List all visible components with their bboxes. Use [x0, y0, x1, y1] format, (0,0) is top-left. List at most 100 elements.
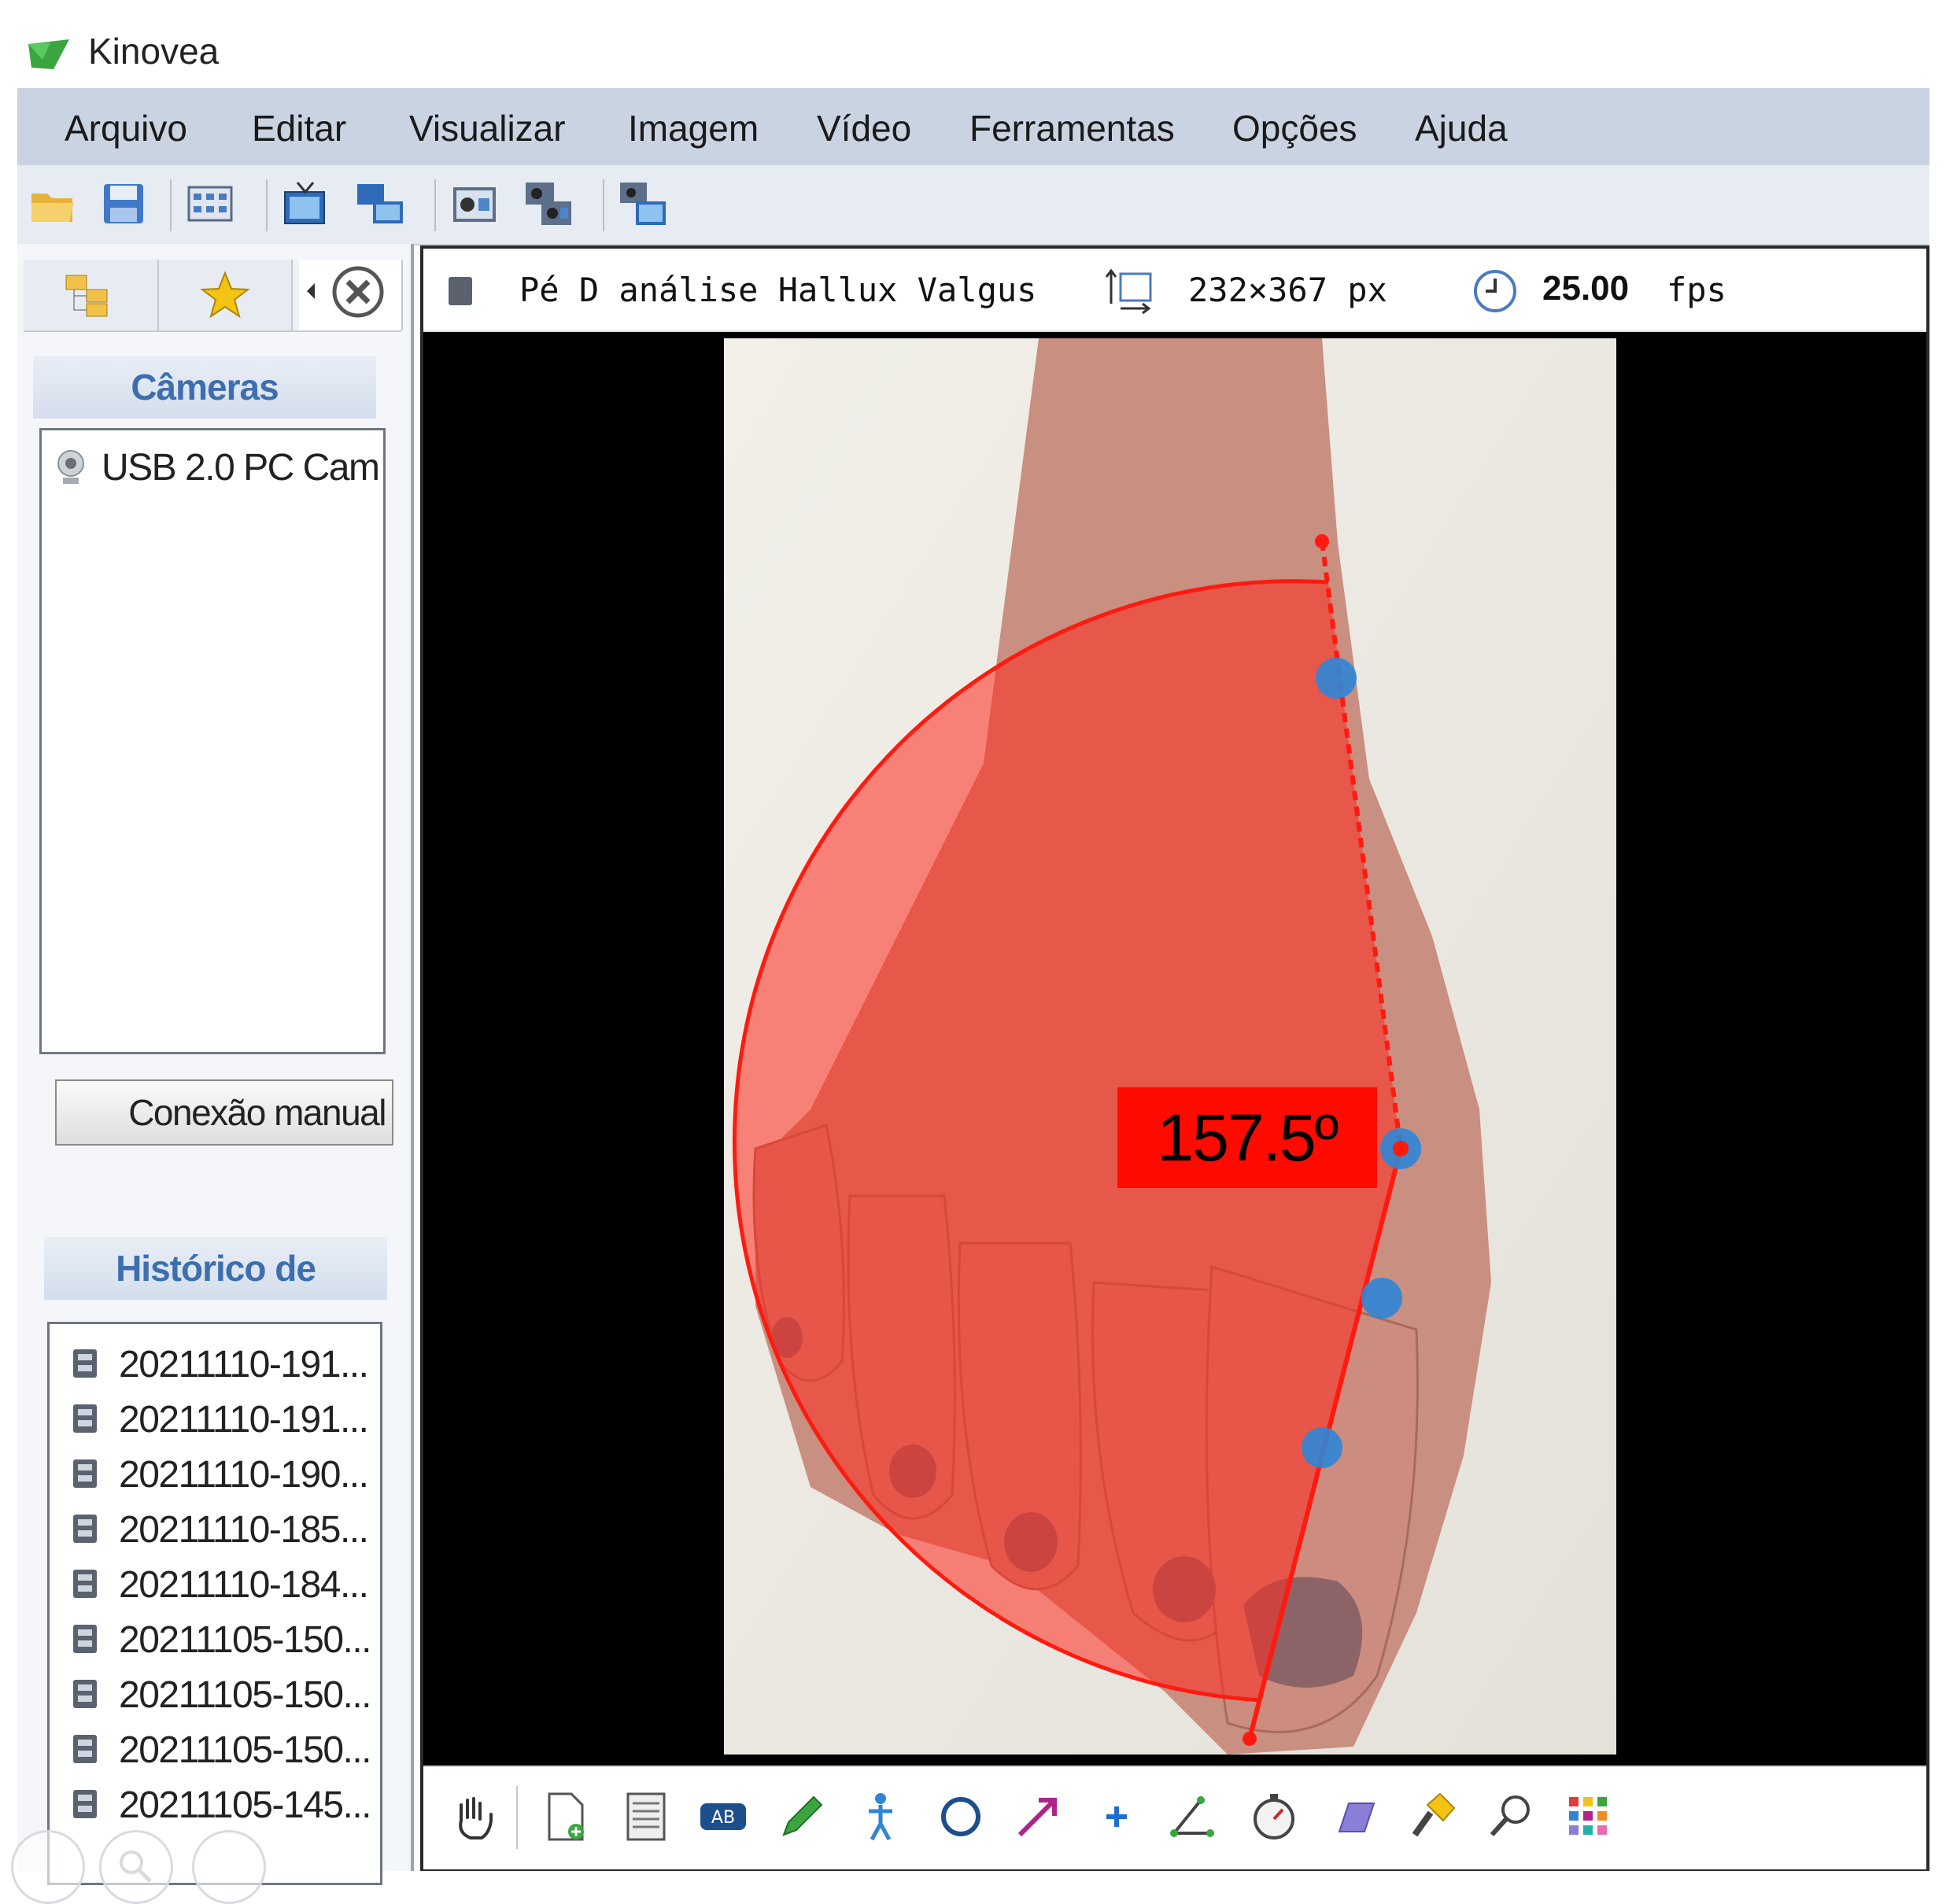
left-panel-tabs [24, 260, 403, 332]
chronometer-icon[interactable] [1246, 1789, 1302, 1844]
framerate-unit: fps [1667, 271, 1726, 309]
film-icon [73, 1790, 97, 1818]
film-icon [73, 1349, 97, 1378]
menu-ajuda[interactable]: Ajuda [1415, 107, 1508, 149]
magnifier-glyph-icon [120, 1850, 152, 1883]
tab-explorer[interactable] [24, 260, 159, 330]
menu-visualizar[interactable]: Visualizar [409, 107, 566, 149]
menu-ferramentas[interactable]: Ferramentas [969, 107, 1175, 149]
film-icon [73, 1459, 97, 1488]
webcam-icon [57, 450, 84, 484]
arrow-icon[interactable] [1010, 1789, 1065, 1844]
film-icon [73, 1625, 97, 1653]
history-item[interactable]: 20211110-185... [50, 1504, 377, 1557]
folder-tree-icon [65, 275, 108, 317]
spotlight-icon[interactable] [1404, 1789, 1459, 1844]
camera-list: USB 2.0 PC Cam [39, 428, 386, 1054]
toolbar-separator [170, 179, 172, 231]
window-title: Kinovea [88, 31, 220, 72]
film-icon [73, 1680, 97, 1708]
history-item[interactable]: 20211110-191... [50, 1338, 377, 1392]
history-item[interactable]: 20211110-191... [50, 1393, 377, 1447]
color-grid-icon[interactable] [1561, 1789, 1616, 1844]
history-item[interactable]: 20211110-190... [50, 1448, 377, 1502]
main-toolbar [17, 165, 1929, 245]
toolbar-separator [266, 179, 268, 231]
dual-capture-icon[interactable] [524, 179, 573, 228]
menu-video[interactable]: Vídeo [817, 107, 911, 149]
svg-text:AB: AB [711, 1808, 735, 1828]
manual-connection-button[interactable]: Conexão manual [55, 1079, 393, 1146]
history-item-label: 20211105-145... [119, 1784, 372, 1826]
history-item-label: 20211110-185... [119, 1509, 369, 1551]
history-item-label: 20211110-184... [119, 1564, 369, 1606]
cameras-header: Câmeras [33, 356, 376, 419]
history-item-label: 20211105-150... [119, 1729, 372, 1771]
tab-cameras[interactable] [299, 260, 403, 330]
kinovea-logo-icon [28, 39, 69, 69]
film-icon [73, 1570, 97, 1598]
cross-marker-icon[interactable] [1089, 1789, 1144, 1844]
zoom-icon[interactable] [99, 1830, 173, 1904]
chevron-left-icon[interactable] [304, 275, 319, 307]
toolbar-separator [434, 179, 436, 231]
capture-icon[interactable] [450, 179, 499, 228]
history-item[interactable]: 20211105-150... [50, 1669, 377, 1722]
history-item-label: 20211110-191... [119, 1399, 369, 1441]
title-bar: Kinovea [0, 0, 1946, 87]
history-item-label: 20211110-191... [119, 1344, 369, 1386]
single-player-icon[interactable] [282, 179, 330, 228]
more-icon[interactable] [192, 1830, 266, 1904]
player-info-bar: Pé D análise Hallux Valgus 232×367 px 25… [423, 249, 1926, 332]
resize-icon [1105, 268, 1152, 315]
file-name: Pé D análise Hallux Valgus [519, 271, 1037, 309]
thumbnails-icon[interactable] [186, 179, 234, 228]
history-item[interactable]: 20211105-150... [50, 1614, 377, 1667]
history-item[interactable]: 20211110-184... [50, 1559, 377, 1612]
toolbar-separator [603, 179, 604, 231]
pencil-icon[interactable] [774, 1789, 829, 1844]
menu-bar: Arquivo Editar Visualizar Imagem Vídeo F… [17, 88, 1929, 165]
clock-icon [1474, 270, 1516, 312]
history-list: 20211110-191... 20211110-191... 20211110… [47, 1322, 382, 1885]
label-icon[interactable]: AB [696, 1789, 751, 1844]
video-frame: 157.5º [724, 338, 1616, 1755]
open-folder-icon[interactable] [28, 179, 77, 228]
history-item-label: 20211110-190... [119, 1454, 369, 1496]
framerate-value: 25.00 [1542, 269, 1630, 308]
camera-item[interactable]: USB 2.0 PC Cam [42, 441, 380, 493]
history-header: Histórico de [44, 1237, 387, 1300]
menu-editar[interactable]: Editar [252, 107, 346, 149]
plane-icon[interactable] [1325, 1789, 1380, 1844]
circle-icon[interactable] [933, 1789, 988, 1844]
toolbar-separator [516, 1786, 518, 1849]
human-model-icon[interactable] [853, 1789, 908, 1844]
close-icon[interactable] [330, 264, 386, 319]
drawing-toolbar: AB [423, 1766, 1926, 1869]
camera-label: USB 2.0 PC Cam [102, 447, 380, 489]
star-icon [200, 271, 250, 319]
history-item[interactable]: 20211105-150... [50, 1724, 377, 1777]
save-icon[interactable] [99, 179, 148, 228]
resolution: 232×367 px [1188, 271, 1387, 309]
magnifier-icon[interactable] [1483, 1789, 1538, 1844]
film-icon [73, 1515, 97, 1543]
menu-imagem[interactable]: Imagem [628, 107, 759, 149]
capture-mixed-icon[interactable] [619, 179, 667, 228]
menu-arquivo[interactable]: Arquivo [65, 107, 187, 149]
film-icon [73, 1404, 97, 1433]
foot-image [724, 338, 1616, 1755]
dual-player-icon[interactable] [356, 179, 404, 228]
menu-opcoes[interactable]: Opções [1232, 107, 1357, 149]
film-icon [449, 277, 472, 305]
add-keyframe-icon[interactable] [538, 1789, 593, 1844]
history-item-label: 20211105-150... [119, 1619, 372, 1661]
tab-favorites[interactable] [159, 260, 293, 330]
angle-icon[interactable] [1166, 1789, 1221, 1844]
comments-icon[interactable] [619, 1789, 674, 1844]
angle-label: 157.5º [1117, 1087, 1377, 1188]
history-item-label: 20211105-150... [119, 1674, 372, 1716]
hand-icon[interactable] [447, 1789, 502, 1844]
history-item[interactable]: 20211105-145... [50, 1779, 377, 1832]
share-icon[interactable] [11, 1830, 85, 1904]
